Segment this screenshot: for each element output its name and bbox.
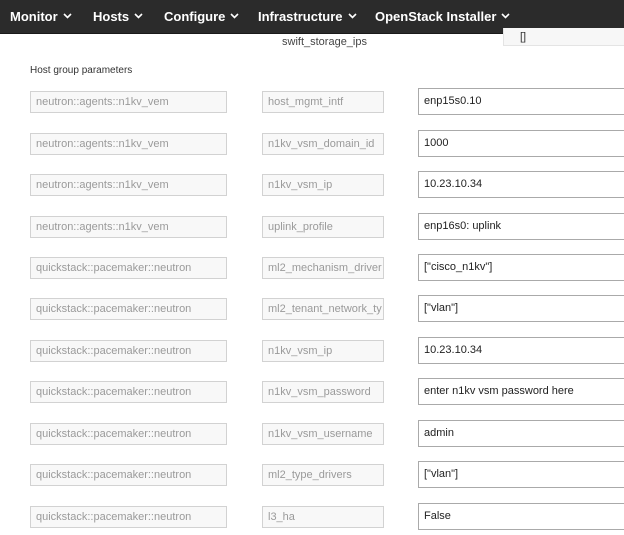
chevron-down-icon [501,13,510,19]
puppet-class-field: quickstack::pacemaker::neutron [30,506,227,528]
parameter-row: quickstack::pacemaker::neutron ml2_tenan… [0,295,624,322]
parameter-value-field[interactable]: [] [503,28,624,46]
puppet-class-field: quickstack::pacemaker::neutron [30,340,227,362]
chevron-down-icon [230,13,239,19]
parameter-row: quickstack::pacemaker::neutron n1kv_vsm_… [0,378,624,405]
parameter-value-input[interactable]: enter n1kv vsm password here [418,378,624,405]
puppet-class-field: quickstack::pacemaker::neutron [30,257,227,279]
parameter-row: neutron::agents::n1kv_vem uplink_profile… [0,213,624,240]
parameter-key-field: n1kv_vsm_password [262,381,384,403]
parameter-value-input[interactable]: 10.23.10.34 [418,171,624,198]
parameter-row: quickstack::pacemaker::neutron ml2_mecha… [0,254,624,281]
puppet-class-field: neutron::agents::n1kv_vem [30,174,227,196]
parameter-key-field: uplink_profile [262,216,384,238]
nav-menu-label: Infrastructure [258,9,343,24]
parameter-value-input[interactable]: False [418,503,624,530]
parameter-key-field: ml2_tenant_network_ty [262,298,384,320]
parameter-row: quickstack::pacemaker::neutron l3_ha Fal… [0,503,624,530]
nav-menu-label: Hosts [93,9,130,24]
parameter-key-field: n1kv_vsm_domain_id [262,133,384,155]
puppet-class-field: quickstack::pacemaker::neutron [30,298,227,320]
nav-menu-label: OpenStack Installer [375,9,497,24]
puppet-class-field: quickstack::pacemaker::neutron [30,423,227,445]
parameter-value-input[interactable]: ["cisco_n1kv"] [418,254,624,281]
nav-menu-monitor[interactable]: Monitor [10,0,72,33]
parameter-row: neutron::agents::n1kv_vem n1kv_vsm_ip 10… [0,171,624,198]
nav-menu-label: Monitor [10,9,58,24]
nav-menu-hosts[interactable]: Hosts [93,0,143,33]
puppet-class-field: quickstack::pacemaker::neutron [30,464,227,486]
parameter-key-field: ml2_mechanism_driver [262,257,384,279]
parameter-value-input[interactable]: 10.23.10.34 [418,337,624,364]
parameter-value-input[interactable]: ["vlan"] [418,461,624,488]
parameter-key-field: n1kv_vsm_ip [262,340,384,362]
parameter-key-field: l3_ha [262,506,384,528]
parameter-value-input[interactable]: ["vlan"] [418,295,624,322]
parameter-value-input[interactable]: enp16s0: uplink [418,213,624,240]
parameter-row: neutron::agents::n1kv_vem n1kv_vsm_domai… [0,130,624,157]
parameter-key-field: ml2_type_drivers [262,464,384,486]
puppet-class-field: neutron::agents::n1kv_vem [30,216,227,238]
parameter-row: quickstack::pacemaker::neutron ml2_type_… [0,461,624,488]
nav-menu-configure[interactable]: Configure [164,0,239,33]
nav-menu-label: Configure [164,9,226,24]
section-title: Host group parameters [30,65,133,76]
parameter-key-field: n1kv_vsm_username [262,423,384,445]
chevron-down-icon [63,13,72,19]
parameter-value-input[interactable]: enp15s0.10 [418,88,624,115]
parameter-value-input[interactable]: admin [418,420,624,447]
puppet-class-field: quickstack::pacemaker::neutron [30,381,227,403]
chevron-down-icon [347,13,357,19]
puppet-class-field: neutron::agents::n1kv_vem [30,133,227,155]
parameter-row: neutron::agents::n1kv_vem host_mgmt_intf… [0,88,624,115]
parameter-key-field: n1kv_vsm_ip [262,174,384,196]
chevron-down-icon [134,13,143,19]
parameter-value-input[interactable]: 1000 [418,130,624,157]
parameter-row: quickstack::pacemaker::neutron n1kv_vsm_… [0,337,624,364]
parameter-name-label: swift_storage_ips [282,36,367,48]
nav-menu-infrastructure[interactable]: Infrastructure [258,0,357,33]
parameter-key-field: host_mgmt_intf [262,91,384,113]
puppet-class-field: neutron::agents::n1kv_vem [30,91,227,113]
parameter-row: quickstack::pacemaker::neutron n1kv_vsm_… [0,420,624,447]
nav-menu-openstack-installer[interactable]: OpenStack Installer [375,0,510,33]
